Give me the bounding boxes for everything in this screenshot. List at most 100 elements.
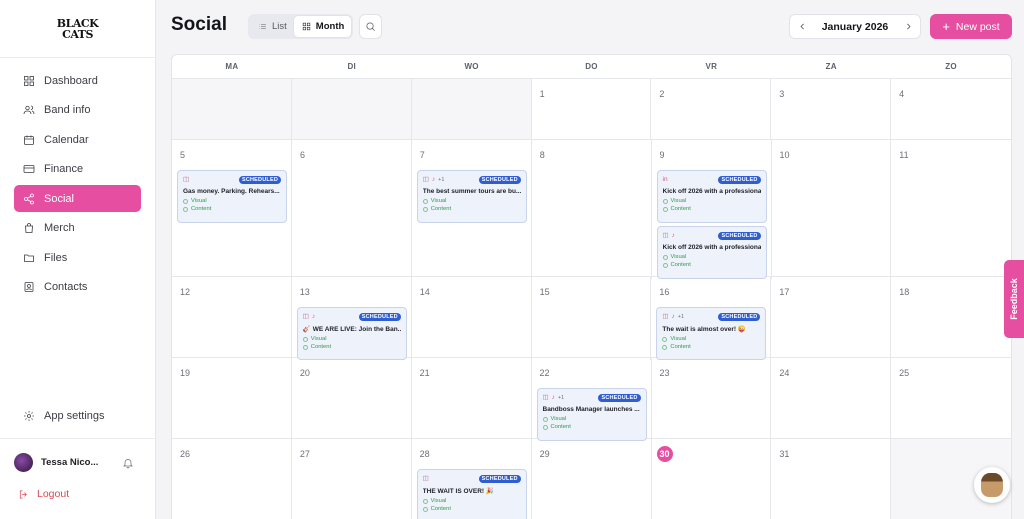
day-cell[interactable]: 4	[891, 79, 1011, 139]
status-badge: SCHEDULED	[238, 175, 281, 184]
day-cell[interactable]: 28 ◫ SCHEDULED THE WAIT IS OVER! 🎉 Visual Con…	[412, 439, 532, 519]
weekday-za: ZA	[825, 62, 837, 71]
check-circle-icon	[183, 206, 188, 212]
scheduled-post-card[interactable]: ◫ ♪ +1 SCHEDULED Bandboss Manager launches .…	[536, 388, 647, 441]
post-tag: Visual	[302, 336, 401, 342]
day-cell[interactable]: 26	[172, 439, 292, 519]
day-cell[interactable]: 1	[532, 79, 652, 139]
sidebar-item-calendar[interactable]: Calendar	[14, 126, 141, 153]
day-cell[interactable]: 9 in SCHEDULED Kick off 2026 with a profess…	[652, 140, 772, 279]
tiktok-icon: ♪	[671, 231, 675, 239]
day-cell[interactable]: 25	[891, 358, 1011, 441]
check-circle-icon	[542, 424, 548, 430]
post-card-header: ◫ ♪ SCHEDULED	[303, 312, 401, 321]
sidebar-item-merch[interactable]: Merch	[14, 215, 141, 242]
day-cell[interactable]: 8	[532, 140, 652, 279]
day-cell[interactable]: 2	[651, 79, 772, 139]
day-cell[interactable]: 19	[172, 358, 292, 441]
post-title: Bandboss Manager launches ...	[542, 406, 640, 413]
app-settings-label: App settings	[44, 409, 105, 422]
day-number: 10	[779, 150, 790, 160]
chat-assistant-button[interactable]	[974, 467, 1010, 503]
day-cell[interactable]: 21	[412, 358, 532, 441]
app-settings-link[interactable]: App settings	[14, 402, 141, 429]
user-profile[interactable]: Tessa Nico...	[0, 438, 155, 486]
feedback-tab[interactable]: Feedback	[1004, 260, 1024, 338]
scheduled-post-card[interactable]: ◫ ♪ SCHEDULED 🎸 WE ARE LIVE: Join the Ban..…	[296, 307, 407, 360]
day-cell[interactable]: 14	[412, 277, 532, 360]
day-cell[interactable]: 29	[532, 439, 652, 519]
share-icon	[23, 193, 35, 205]
sidebar-item-label: Contacts	[44, 281, 88, 293]
page-title: Social	[171, 14, 227, 35]
check-circle-icon	[422, 206, 428, 212]
sidebar-item-contacts[interactable]: Contacts	[14, 274, 141, 301]
sidebar-item-dashboard[interactable]: Dashboard	[14, 67, 141, 94]
bell-icon[interactable]	[122, 456, 135, 469]
post-card-header: ◫ ♪ SCHEDULED	[663, 231, 761, 240]
day-cell[interactable]: 7 ◫ ♪ +1 SCHEDULED The best summer tours are …	[412, 140, 532, 279]
day-cell[interactable]: 24	[771, 358, 892, 441]
day-cell[interactable]: 31	[771, 439, 892, 519]
scheduled-post-card[interactable]: ◫ ♪ SCHEDULED Kick off 2026 with a professi…	[656, 226, 767, 279]
weekday-wo: WO	[464, 62, 479, 71]
new-post-button[interactable]: + New post	[930, 14, 1012, 39]
sidebar-item-files[interactable]: Files	[14, 244, 141, 271]
day-cell[interactable]: 23	[652, 358, 772, 441]
list-icon	[259, 23, 266, 30]
day-cell	[411, 79, 532, 139]
post-title: The best summer tours are bu...	[422, 188, 521, 195]
day-cell[interactable]: 3	[771, 79, 892, 139]
grid-icon	[302, 22, 310, 31]
post-tag-label: Content	[670, 206, 691, 212]
day-cell[interactable]: 13 ◫ ♪ SCHEDULED 🎸 WE ARE LIVE: Join the Ban…	[292, 277, 412, 360]
day-number: 24	[779, 368, 790, 378]
day-cell[interactable]: 27	[292, 439, 412, 519]
post-tag: Content	[422, 506, 521, 512]
day-number: 11	[899, 150, 909, 160]
day-cell[interactable]: 17	[771, 277, 892, 360]
band-logo[interactable]: BLACK CATS	[57, 8, 99, 50]
day-cell[interactable]: 30	[652, 439, 772, 519]
day-cell[interactable]: 10	[772, 140, 892, 279]
day-cell[interactable]: 6	[292, 140, 412, 279]
weekday-vr: VR	[705, 62, 718, 71]
day-cell[interactable]: 22 ◫ ♪ +1 SCHEDULED Bandboss Manager launches…	[532, 358, 652, 441]
post-card-header: ◫ SCHEDULED	[423, 474, 521, 483]
post-tag: Content	[183, 206, 281, 212]
status-badge: SCHEDULED	[478, 175, 521, 184]
post-tag: Visual	[542, 416, 641, 422]
instagram-icon: ◫	[662, 231, 669, 239]
scheduled-post-card[interactable]: ◫ ♪ +1 SCHEDULED The wait is almost over! 😜 V…	[656, 307, 767, 360]
day-cell[interactable]: 16 ◫ ♪ +1 SCHEDULED The wait is almost over! …	[651, 277, 772, 360]
next-month-button[interactable]	[902, 21, 914, 33]
post-card-header: ◫ ♪ +1 SCHEDULED	[423, 175, 521, 184]
sidebar-item-finance[interactable]: Finance	[14, 156, 141, 183]
post-tag: Content	[422, 206, 521, 212]
day-cell[interactable]: 11	[891, 140, 1011, 279]
search-button[interactable]	[359, 14, 382, 39]
scheduled-post-card[interactable]: ◫ SCHEDULED THE WAIT IS OVER! 🎉 Visual Conte…	[416, 469, 527, 519]
scheduled-post-card[interactable]: ◫ SCHEDULED Gas money. Parking. Rehears...…	[177, 170, 287, 223]
day-number: 7	[419, 150, 425, 160]
post-tag-label: Visual	[310, 336, 327, 342]
month-view-button[interactable]: Month	[293, 16, 352, 37]
prev-month-button[interactable]	[796, 21, 808, 33]
day-number: 5	[180, 150, 186, 160]
folder-icon	[23, 252, 35, 264]
list-view-button[interactable]: List	[250, 16, 294, 37]
post-tag-label: Visual	[430, 198, 447, 204]
sidebar-item-band-info[interactable]: Band info	[14, 97, 141, 124]
day-cell[interactable]: 5 ◫ SCHEDULED Gas money. Parking. Rehears..…	[172, 140, 292, 279]
sidebar-item-social[interactable]: Social	[14, 185, 141, 212]
scheduled-post-card[interactable]: ◫ ♪ +1 SCHEDULED The best summer tours are b…	[416, 170, 527, 223]
day-cell[interactable]: 12	[172, 277, 292, 360]
day-cell[interactable]: 20	[292, 358, 412, 441]
scheduled-post-card[interactable]: in SCHEDULED Kick off 2026 with a professi…	[656, 170, 767, 223]
check-circle-icon	[422, 506, 428, 512]
day-cell[interactable]: 15	[532, 277, 652, 360]
weekday-zo: ZO	[945, 62, 957, 71]
day-cell[interactable]: 18	[891, 277, 1011, 360]
check-circle-icon	[542, 416, 548, 422]
logout-button[interactable]: Logout	[18, 488, 69, 500]
